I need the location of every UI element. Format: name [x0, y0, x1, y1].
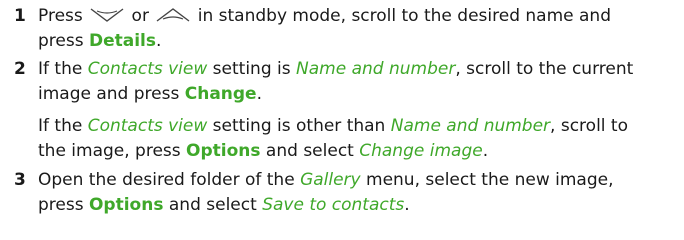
text: setting is other than [207, 116, 391, 136]
change-image-term: Change image [359, 141, 483, 161]
line: If the Contacts view setting is other th… [38, 114, 678, 139]
text: Open the desired folder of the [38, 170, 301, 190]
instruction-list: 1 Press or in standby mode, scroll to th… [0, 0, 684, 240]
line: press Details. [38, 29, 678, 54]
save-to-contacts-term: Save to contacts [262, 195, 405, 215]
step-number: 1 [14, 6, 26, 26]
details-key-label: Details [88, 31, 156, 51]
text: press [38, 195, 89, 215]
line: Open the desired folder of the Gallery m… [38, 168, 678, 193]
text: Press [38, 6, 89, 26]
text: If the [38, 116, 88, 136]
gallery-term: Gallery [300, 170, 361, 190]
scroll-down-key-icon [90, 7, 124, 23]
text: image and press [38, 84, 185, 104]
line: Press or in standby mode, scroll to the … [38, 4, 678, 29]
text: , scroll to [550, 116, 628, 136]
text: in standby mode, scroll to the desired n… [192, 6, 611, 26]
text: menu, select the new image, [360, 170, 614, 190]
text: If the [38, 59, 88, 79]
step-number: 2 [14, 59, 26, 79]
line: press Options and select Save to contact… [38, 193, 678, 218]
text: setting is [207, 59, 297, 79]
change-key-label: Change [184, 84, 257, 104]
text: the image, press [38, 141, 187, 161]
name-and-number-term: Name and number [390, 116, 551, 136]
step-text: If the Contacts view setting is Name and… [38, 57, 678, 164]
line: image and press Change. [38, 82, 678, 107]
text: and select [163, 195, 263, 215]
options-key-label: Options [88, 195, 164, 215]
contacts-view-term: Contacts view [87, 59, 208, 79]
step-text: Open the desired folder of the Gallery m… [38, 168, 678, 218]
line: the image, press Options and select Chan… [38, 139, 678, 164]
line: If the Contacts view setting is Name and… [38, 57, 678, 82]
name-and-number-term: Name and number [296, 59, 456, 79]
text: . [404, 195, 410, 215]
text: . [156, 31, 162, 51]
text: press [38, 31, 89, 51]
text: and select [260, 141, 360, 161]
step-number: 3 [14, 170, 26, 190]
text: , scroll to the current [455, 59, 634, 79]
text: . [482, 141, 489, 161]
options-key-label: Options [186, 141, 261, 161]
step-text: Press or in standby mode, scroll to the … [38, 4, 678, 54]
text: or [126, 6, 155, 26]
scroll-up-key-icon [156, 7, 190, 23]
contacts-view-term: Contacts view [87, 116, 208, 136]
text: . [256, 84, 262, 104]
